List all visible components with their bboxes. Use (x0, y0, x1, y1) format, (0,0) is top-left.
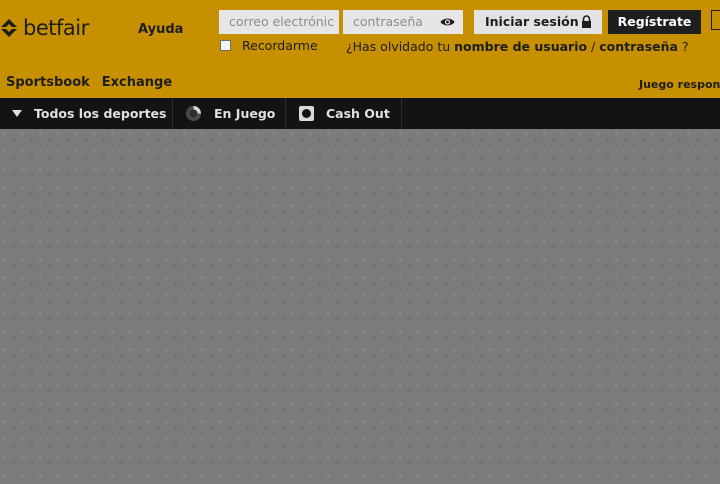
help-link[interactable]: Ayuda (138, 22, 183, 37)
betfair-arrows-icon (1, 19, 17, 37)
forgot-credentials: ¿Has olvidado tu nombre de usuario / con… (346, 39, 689, 54)
all-sports-menu[interactable]: Todos los deportes (0, 98, 173, 129)
nav-sportsbook[interactable]: Sportsbook (6, 75, 90, 90)
email-placeholder: correo electrónic (229, 14, 335, 29)
forgot-suffix: ? (677, 39, 689, 54)
login-label: Iniciar sesión (485, 14, 579, 29)
forgot-username-link[interactable]: nombre de usuario (454, 39, 587, 54)
all-sports-label: Todos los deportes (34, 106, 167, 121)
extra-button-edge[interactable] (711, 10, 720, 30)
textured-background (0, 129, 720, 480)
remember-label: Recordarme (242, 38, 318, 53)
triangle-down-icon (12, 110, 22, 117)
register-label: Regístrate (617, 14, 692, 29)
password-placeholder: contraseña (353, 14, 423, 29)
product-nav: Sportsbook Exchange (6, 75, 184, 90)
site-header: betfair Ayuda correo electrónic contrase… (0, 0, 720, 98)
sports-bar: Todos los deportes En Juego Cash Out (0, 98, 720, 129)
cash-out-label: Cash Out (326, 106, 390, 121)
cash-out-tab[interactable]: Cash Out (286, 98, 402, 129)
lock-icon (582, 15, 591, 28)
logo-text: betfair (23, 16, 89, 40)
remember-me[interactable]: Recordarme (219, 38, 318, 53)
in-play-label: En Juego (214, 106, 276, 121)
in-play-tab[interactable]: En Juego (173, 98, 286, 129)
password-input[interactable]: contraseña (343, 10, 463, 34)
cash-out-icon (299, 106, 314, 121)
nav-exchange[interactable]: Exchange (102, 75, 172, 90)
login-button[interactable]: Iniciar sesión (474, 10, 602, 34)
remember-checkbox[interactable] (220, 40, 231, 51)
forgot-prefix: ¿Has olvidado tu (346, 39, 455, 54)
in-play-icon (186, 106, 201, 121)
content-loading-area (0, 129, 720, 480)
betfair-logo[interactable]: betfair (0, 14, 89, 42)
forgot-separator: / (587, 39, 600, 54)
responsible-gaming-link[interactable]: Juego respon (639, 78, 720, 91)
register-button[interactable]: Regístrate (608, 10, 701, 34)
email-input[interactable]: correo electrónic (219, 10, 339, 34)
forgot-password-link[interactable]: contraseña (599, 39, 678, 54)
eye-icon[interactable] (440, 16, 455, 28)
